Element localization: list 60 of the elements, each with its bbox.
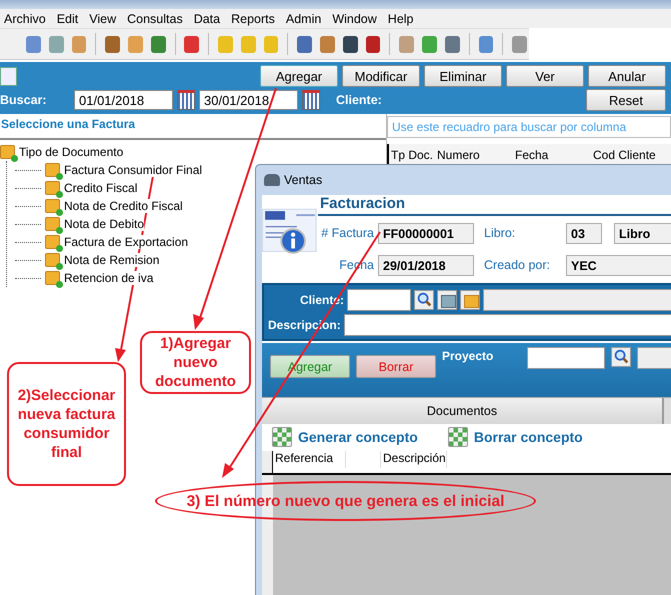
action-button[interactable]: Eliminar xyxy=(424,65,502,87)
search-icon[interactable] xyxy=(611,347,632,367)
panel-title: Seleccione una Factura xyxy=(0,114,386,140)
action-button[interactable]: Ver xyxy=(506,65,584,87)
menu-item[interactable]: Reports xyxy=(227,12,282,26)
created-by-label: Creado por: xyxy=(484,258,552,272)
users-icon xyxy=(264,174,280,186)
column-header[interactable]: Fecha xyxy=(513,148,591,162)
calendar-icon[interactable] xyxy=(184,36,200,52)
column-header[interactable]: Descripción xyxy=(381,451,447,468)
date-from-field[interactable]: 01/01/2018 xyxy=(74,90,173,110)
invoice-number-field[interactable]: FF00000001 xyxy=(378,222,474,244)
menu-item[interactable]: Data xyxy=(190,12,228,26)
book-field[interactable]: 03 xyxy=(566,222,602,244)
tree-item[interactable]: Retencion de iva xyxy=(64,271,154,285)
tree-item[interactable]: Nota de Credito Fiscal xyxy=(64,199,183,213)
search-label: Buscar: xyxy=(0,93,48,107)
tree-item[interactable]: Credito Fiscal xyxy=(64,181,138,195)
menu-item[interactable]: Admin xyxy=(282,12,328,26)
column-header[interactable]: Cod Cliente xyxy=(591,148,669,162)
menu-item[interactable]: Help xyxy=(384,12,421,26)
date-to-field[interactable]: 30/01/2018 xyxy=(199,90,298,110)
menu-item[interactable]: Window xyxy=(328,12,384,26)
action-button[interactable]: Agregar xyxy=(260,65,338,87)
annotation-callout: 1)Agregar nuevo documento xyxy=(140,331,251,394)
action-button[interactable]: Modificar xyxy=(342,65,420,87)
project-label: Proyecto xyxy=(442,349,494,363)
created-by-field[interactable]: YEC xyxy=(566,254,671,276)
menu-item[interactable]: View xyxy=(85,12,124,26)
client-label: Cliente: xyxy=(336,93,382,107)
calendar-icon[interactable] xyxy=(177,90,195,110)
client-name-field[interactable] xyxy=(483,288,671,310)
tree-item[interactable]: Factura de Exportacion xyxy=(64,235,188,249)
tree-item[interactable]: Nota de Debito xyxy=(64,217,144,231)
book-label: Libro: xyxy=(484,226,516,240)
client-field[interactable] xyxy=(347,288,411,310)
reset-button[interactable]: Reset xyxy=(586,89,666,111)
delete-concept-link[interactable]: Borrar concepto xyxy=(474,428,583,444)
calendar-icon[interactable] xyxy=(302,90,320,110)
search-icon[interactable] xyxy=(414,290,434,310)
tree-item[interactable]: Nota de Remision xyxy=(64,253,160,267)
invoice-label: # Factura xyxy=(320,226,374,240)
column-header[interactable]: Numero xyxy=(435,148,513,162)
column-header[interactable]: Referencia xyxy=(273,451,346,468)
tree-item[interactable]: Factura Consumidor Final xyxy=(64,163,202,177)
tab[interactable]: Documentos xyxy=(262,398,664,424)
menu-item[interactable]: Edit xyxy=(52,12,86,26)
annotation-callout: 2)Seleccionar nueva factura consumidor final xyxy=(7,362,126,486)
window-title: Ventas xyxy=(284,173,322,187)
menu-item[interactable]: Consultas xyxy=(123,12,190,26)
action-button[interactable]: Anular xyxy=(588,65,666,87)
project-field[interactable] xyxy=(527,347,606,369)
form-heading: Facturacion xyxy=(318,195,671,216)
generate-concept-link[interactable]: Generar concepto xyxy=(298,428,418,444)
column-header[interactable]: Tp Doc. xyxy=(389,148,435,162)
tree-item[interactable]: Tipo de Documento xyxy=(19,145,124,159)
book-name-field[interactable]: Libro xyxy=(614,222,671,244)
description-field[interactable] xyxy=(344,314,671,336)
menu-item[interactable]: Archivo xyxy=(0,12,53,26)
date-field[interactable]: 29/01/2018 xyxy=(378,254,474,276)
